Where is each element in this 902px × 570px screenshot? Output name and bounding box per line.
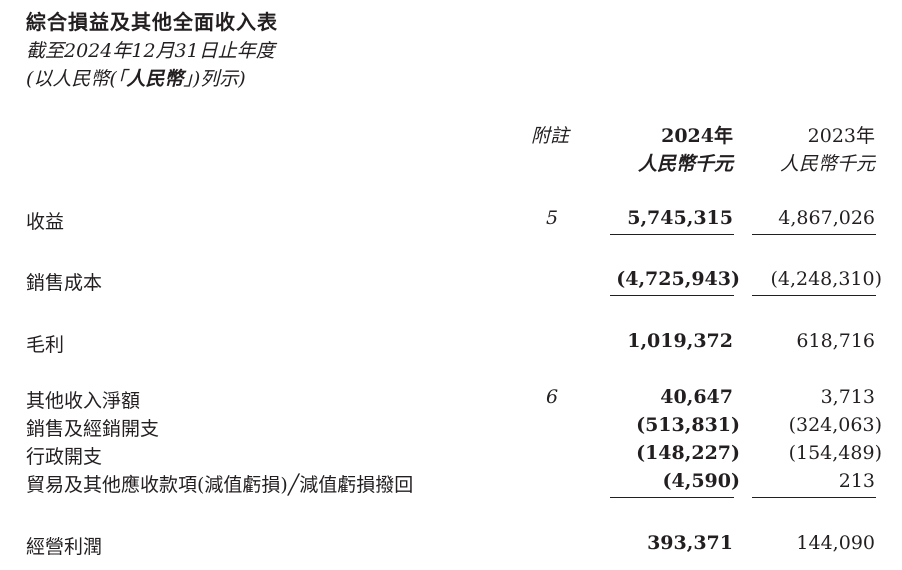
underline-2024-impairment xyxy=(610,497,734,498)
underline-2024-revenue xyxy=(610,234,734,235)
underline-2023-revenue xyxy=(752,234,876,235)
underline-2024-cost-of-sales xyxy=(610,295,734,296)
row-2023-gross-profit: 618,716 xyxy=(796,330,875,352)
row-2023-revenue: 4,867,026 xyxy=(778,207,875,229)
row-label-selling-expenses: 銷售及經銷開支 xyxy=(26,418,160,440)
row-2024-selling-expenses: (513,831) xyxy=(636,414,740,436)
row-label-operating-profit: 經營利潤 xyxy=(26,536,103,558)
row-2024-impairment: (4,590) xyxy=(662,470,740,492)
currency-prefix: (以人民幣(「 xyxy=(26,68,127,90)
row-2023-impairment: 213 xyxy=(838,470,875,492)
row-note-revenue: 5 xyxy=(545,207,559,229)
row-2023-selling-expenses: (324,063) xyxy=(788,414,882,436)
row-2024-revenue: 5,745,315 xyxy=(627,207,733,229)
row-label-admin-expenses: 行政開支 xyxy=(26,446,103,468)
note-column-header: 附註 xyxy=(531,125,570,147)
currency-bold: 人民幣 xyxy=(126,68,184,90)
underline-2023-impairment xyxy=(752,497,876,498)
row-2023-operating-profit: 144,090 xyxy=(796,532,875,554)
row-2024-other-income: 40,647 xyxy=(660,386,733,408)
row-label-impairment: 貿易及其他應收款項(減值虧損)╱減值虧損撥回 xyxy=(26,474,414,496)
row-2024-operating-profit: 393,371 xyxy=(647,532,733,554)
row-2023-cost-of-sales: (4,248,310) xyxy=(770,268,882,290)
row-label-cost-of-sales: 銷售成本 xyxy=(26,272,103,294)
currency-subtitle: (以人民幣(「人民幣」)列示) xyxy=(26,64,246,91)
currency-suffix: 」)列示) xyxy=(183,68,246,90)
statement-title: 綜合損益及其他全面收入表 xyxy=(26,10,278,34)
row-label-gross-profit: 毛利 xyxy=(26,334,65,356)
row-2023-admin-expenses: (154,489) xyxy=(788,442,882,464)
underline-2023-cost-of-sales xyxy=(752,295,876,296)
row-2024-gross-profit: 1,019,372 xyxy=(627,330,733,352)
row-label-revenue: 收益 xyxy=(26,211,65,233)
year-2024-header: 2024年 xyxy=(661,125,733,147)
period-subtitle: 截至2024年12月31日止年度 xyxy=(26,40,275,62)
unit-2023-header: 人民幣千元 xyxy=(779,153,875,175)
row-note-other-income: 6 xyxy=(545,386,559,408)
row-2023-other-income: 3,713 xyxy=(820,386,875,408)
unit-2024-header: 人民幣千元 xyxy=(637,153,733,175)
row-2024-admin-expenses: (148,227) xyxy=(636,442,740,464)
row-2024-cost-of-sales: (4,725,943) xyxy=(616,268,740,290)
year-2023-header: 2023年 xyxy=(807,125,875,147)
row-label-other-income: 其他收入淨額 xyxy=(26,390,141,412)
